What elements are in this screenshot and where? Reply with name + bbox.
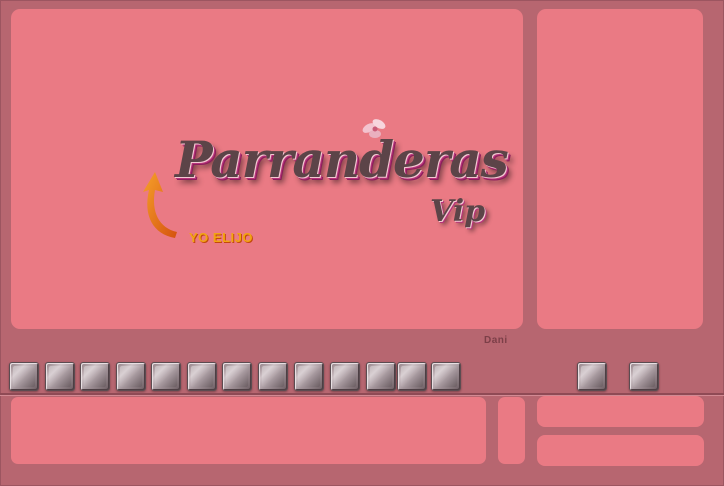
- current-user-label: Dani: [484, 335, 508, 346]
- chat-input-panel[interactable]: [11, 397, 486, 464]
- toolbar-button-13[interactable]: [431, 362, 461, 391]
- toolbar-button-8[interactable]: [258, 362, 288, 391]
- toolbar-button-1[interactable]: [9, 362, 39, 391]
- logo-subtitle: Vip: [430, 194, 486, 229]
- toolbar-button-3[interactable]: [80, 362, 110, 391]
- parranderas-logo: Parranderas Vip YO ELIJO: [135, 110, 515, 255]
- toolbar-button-4[interactable]: [116, 362, 146, 391]
- logo-title: Parranderas: [175, 130, 509, 189]
- toolbar-button-2[interactable]: [45, 362, 75, 391]
- control-panel-bottom[interactable]: [537, 435, 704, 466]
- toolbar-button-11[interactable]: [366, 362, 396, 391]
- toolbar-button-7[interactable]: [222, 362, 252, 391]
- control-panel-top[interactable]: [537, 396, 704, 427]
- toolbar-button-5[interactable]: [151, 362, 181, 391]
- user-list-panel: [537, 9, 703, 329]
- toolbar-button-9[interactable]: [294, 362, 324, 391]
- logo-tagline: YO ELIJO: [189, 230, 253, 245]
- toolbar-button-12[interactable]: [397, 362, 427, 391]
- toolbar-right-button-2[interactable]: [629, 362, 659, 391]
- toolbar-right-button-1[interactable]: [577, 362, 607, 391]
- scroll-panel[interactable]: [498, 397, 525, 464]
- toolbar-button-6[interactable]: [187, 362, 217, 391]
- toolbar-button-10[interactable]: [330, 362, 360, 391]
